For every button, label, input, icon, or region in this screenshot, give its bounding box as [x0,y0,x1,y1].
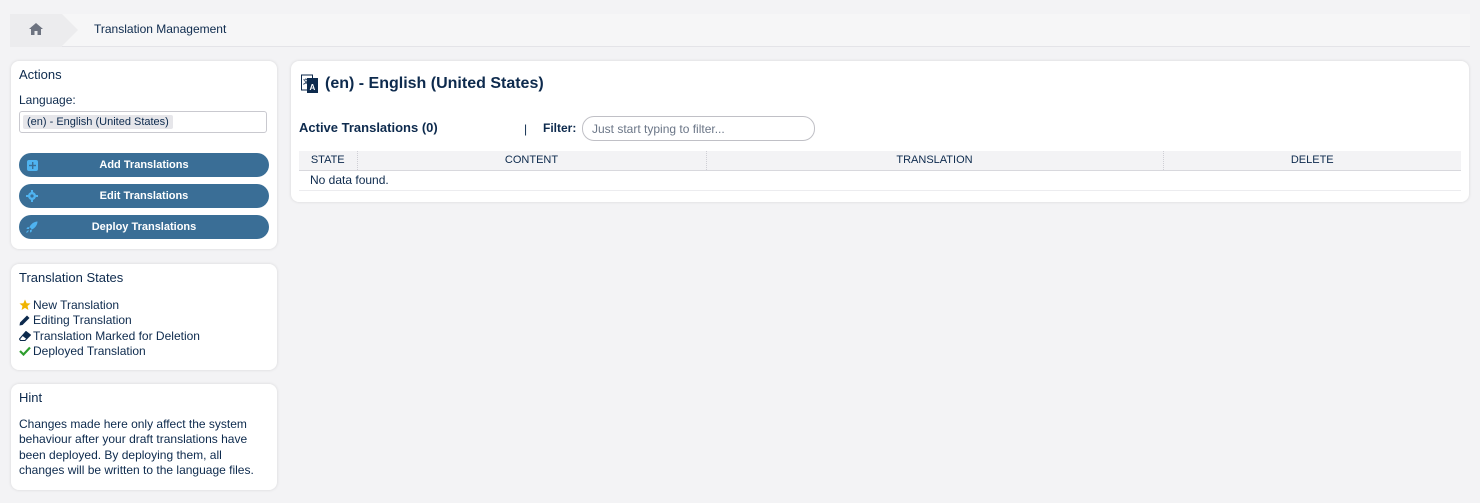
page-title-text: (en) - English (United States) [325,75,544,92]
page-title: 文 A (en) - English (United States) [301,74,544,94]
filter-label: Filter: [543,121,577,135]
column-header-translation[interactable]: TRANSLATION [706,151,1164,171]
state-label: Translation Marked for Deletion [33,328,200,343]
svg-text:A: A [310,83,316,92]
state-item-deletion: Translation Marked for Deletion [19,328,200,344]
star-icon [19,299,33,311]
translations-main-panel: 文 A (en) - English (United States) Activ… [291,61,1469,202]
empty-table-message: No data found. [299,170,1461,191]
edit-translations-label: Edit Translations [99,190,189,202]
check-icon [19,346,33,357]
hint-title: Hint [19,390,43,405]
state-label: New Translation [33,297,120,312]
breadcrumb: Translation Management [10,14,1470,47]
heading-separator: | [524,122,528,136]
eraser-icon [19,330,33,341]
translation-states-title: Translation States [19,270,124,285]
rocket-icon [26,221,38,233]
add-translations-button[interactable]: Add Translations [19,153,269,177]
state-item-new: New Translation [19,297,200,313]
deploy-translations-button[interactable]: Deploy Translations [19,215,269,239]
translations-table: STATE CONTENT TRANSLATION DELETE No data… [299,151,1461,191]
actions-title: Actions [19,67,62,82]
language-selected-chip[interactable]: (en) - English (United States) [23,115,173,129]
actions-panel: Actions Language: (en) - English (United… [11,61,277,249]
home-icon[interactable] [29,23,43,38]
column-header-content[interactable]: CONTENT [357,151,707,171]
column-header-state[interactable]: STATE [299,151,358,171]
gear-icon [26,190,38,202]
state-label: Editing Translation [33,313,132,328]
state-legend: New Translation Editing Translation Tran… [19,297,200,359]
breadcrumb-current: Translation Management [94,22,227,36]
language-flag-icon: 文 A [301,74,319,94]
filter-input[interactable] [582,116,815,141]
add-translations-label: Add Translations [99,159,189,171]
state-item-editing: Editing Translation [19,313,200,329]
column-header-delete[interactable]: DELETE [1163,151,1461,171]
hint-text: Changes made here only affect the system… [19,417,254,477]
deploy-translations-label: Deploy Translations [91,221,197,233]
plus-square-icon [26,159,38,171]
language-label: Language: [19,93,76,107]
active-translations-heading: Active Translations (0) [299,120,438,135]
hint-panel: Hint Changes made here only affect the s… [11,384,277,490]
language-select[interactable]: (en) - English (United States) [19,111,267,133]
state-label: Deployed Translation [33,344,146,359]
table-row: No data found. [299,170,1461,191]
pencil-icon [19,315,33,326]
breadcrumb-home[interactable] [10,14,78,47]
state-item-deployed: Deployed Translation [19,344,200,360]
translation-states-panel: Translation States New Translation Editi… [11,264,277,370]
edit-translations-button[interactable]: Edit Translations [19,184,269,208]
